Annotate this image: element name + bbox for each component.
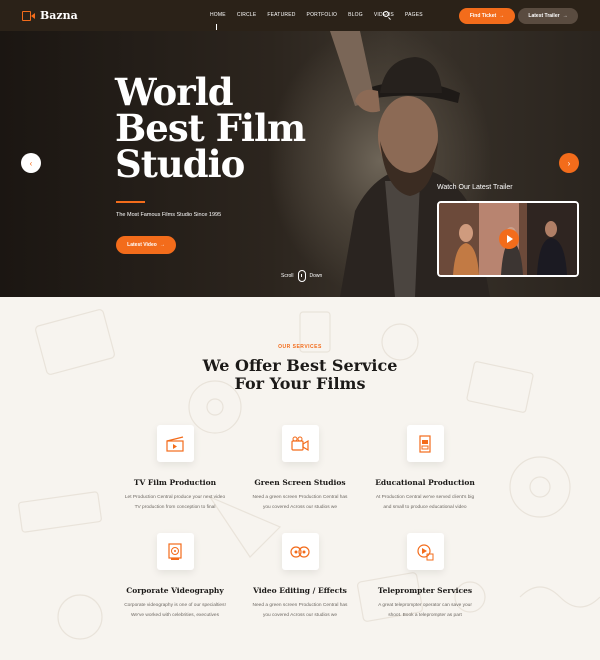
section-title-line: We Offer Best Service [202,356,398,375]
section-title-line: For Your Films [234,374,366,393]
hero-title-line: World [115,70,234,114]
menu-item-circle[interactable]: CIRCLE [237,12,257,18]
film-rolls-icon [281,533,319,570]
service-description-line: shoot. Book a teleprompter as part [388,612,462,618]
mouse-icon [297,270,306,282]
arrow-right-icon: → [562,13,568,19]
menu-item-blog[interactable]: BLOG [348,12,363,18]
slider-prev-button[interactable]: ‹ [21,153,41,173]
hero-title-line: Best Film [115,106,306,150]
active-menu-indicator [216,24,217,30]
latest-video-button[interactable]: Latest Video → [116,236,176,254]
clapperboard-icon [156,425,194,462]
find-ticket-label: Find Ticket [469,13,497,19]
main-menu: HOME CIRCLE FEATURED PORTFOLIO BLOG VIDE… [210,12,423,18]
service-title: Teleprompter Services [377,586,473,595]
scroll-label-left: Scroll [281,273,294,279]
service-description-line: A great teleprompter operator can save y… [378,603,472,608]
film-strip-icon [406,425,444,462]
latest-trailer-button[interactable]: Latest Trailer → [518,8,578,24]
service-card-educational[interactable]: Educational Production At Production Cen… [345,425,505,512]
camera-icon [22,10,35,21]
hero-subtitle: The Most Famous Films Studio Since 1995 [116,212,222,218]
play-icon[interactable] [499,229,519,249]
menu-item-featured[interactable]: FEATURED [267,12,295,18]
trailer-heading: Watch Our Latest Trailer [437,184,513,191]
menu-item-portfolio[interactable]: PORTFOLIO [307,12,338,18]
latest-video-label: Latest Video [127,242,157,248]
hero-slider: World Best Film Studio The Most Famous F… [0,31,600,297]
service-card-teleprompter[interactable]: Teleprompter Services A great teleprompt… [345,533,505,620]
search-icon[interactable] [383,11,389,17]
arrow-right-icon: → [499,13,505,19]
latest-trailer-label: Latest Trailer [528,13,560,19]
services-section: OUR SERVICES We Offer Best Service For Y… [0,297,600,660]
service-description: At Production Central we've served clien… [345,493,505,512]
film-reel-icon [156,533,194,570]
teleprompter-icon [406,533,444,570]
video-camera-icon [281,425,319,462]
service-title: Educational Production [375,478,475,487]
hero-title-line: Studio [115,142,245,186]
top-navbar: Bazna HOME CIRCLE FEATURED PORTFOLIO BLO… [0,0,600,31]
logo[interactable]: Bazna [22,9,78,22]
service-description: A great teleprompter operator can save y… [345,601,505,620]
scroll-down-indicator[interactable]: Scroll Down [281,270,322,282]
slider-next-button[interactable]: › [559,153,579,173]
chevron-right-icon: › [567,158,571,168]
hero-divider [116,201,145,203]
menu-item-pages[interactable]: PAGES [405,12,423,18]
arrow-right-icon: → [159,242,165,248]
section-title: We Offer Best Service For Your Films [0,357,600,393]
scroll-label-right: Down [309,273,323,279]
hero-title: World Best Film Studio [115,70,375,186]
service-description-line: At Production Central we've served clien… [375,495,475,500]
find-ticket-button[interactable]: Find Ticket → [459,8,515,24]
service-description-line: and small to produce educational video [383,504,467,510]
section-kicker: OUR SERVICES [278,344,322,350]
logo-text: Bazna [40,9,78,22]
chevron-left-icon: ‹ [29,158,33,168]
menu-item-home[interactable]: HOME [210,12,226,18]
